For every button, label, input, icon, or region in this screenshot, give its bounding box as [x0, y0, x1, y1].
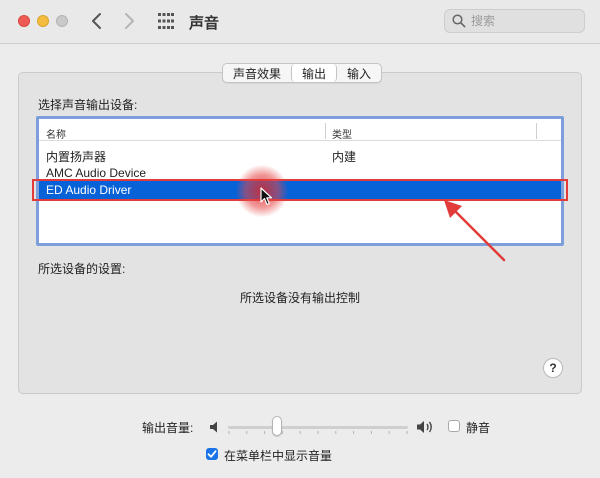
device-name: AMC Audio Device	[46, 166, 147, 180]
no-output-control-text: 所选设备没有输出控制	[239, 291, 360, 305]
device-name: 内置扬声器	[46, 150, 107, 164]
chevron-right-icon	[125, 13, 134, 29]
mute-label[interactable]: 静音	[466, 419, 490, 436]
window-title: 声音	[189, 15, 220, 32]
back-button[interactable]	[87, 10, 107, 32]
minimize-window-button[interactable]	[37, 15, 49, 27]
mute-checkbox[interactable]	[448, 420, 460, 432]
volume-slider-ticks	[228, 431, 408, 434]
forward-button[interactable]	[119, 10, 139, 32]
speaker-high-icon	[417, 421, 432, 433]
mouse-cursor-icon	[260, 187, 273, 206]
device-settings-heading: 所选设备的设置:	[38, 262, 126, 276]
column-divider	[536, 123, 537, 139]
list-header: 名称 类型	[39, 119, 561, 141]
search-field[interactable]	[444, 9, 585, 33]
speaker-low-icon	[210, 421, 217, 433]
column-divider	[325, 123, 326, 139]
close-window-button[interactable]	[18, 15, 30, 27]
tab-output[interactable]: 输出	[291, 64, 338, 82]
device-type: 内建	[332, 150, 357, 164]
help-button[interactable]: ?	[543, 358, 563, 378]
zoom-window-button[interactable]	[56, 15, 68, 27]
show-volume-in-menubar-checkbox[interactable]	[206, 448, 218, 460]
search-icon	[452, 14, 466, 28]
search-input[interactable]	[471, 13, 579, 29]
column-header-type[interactable]: 类型	[332, 126, 352, 141]
column-header-name[interactable]: 名称	[46, 126, 66, 141]
show-volume-in-menubar-label[interactable]: 在菜单栏中显示音量	[224, 447, 332, 464]
volume-slider-thumb[interactable]	[271, 416, 282, 436]
window-toolbar: 声音	[0, 0, 600, 44]
tab-input[interactable]: 输入	[337, 64, 381, 82]
output-volume-label: 输出音量:	[142, 421, 194, 435]
checkmark-icon	[207, 450, 217, 458]
tab-bar: 声音效果 输出 输入	[222, 63, 383, 83]
chevron-left-icon	[92, 13, 101, 29]
tab-sound-effects[interactable]: 声音效果	[223, 64, 291, 82]
grid-icon	[158, 13, 174, 29]
show-all-button[interactable]	[158, 13, 174, 29]
output-device-heading: 选择声音输出设备:	[38, 98, 138, 112]
annotation-arrow-icon	[444, 200, 506, 262]
device-row[interactable]: 内置扬声器 内建	[39, 146, 561, 164]
